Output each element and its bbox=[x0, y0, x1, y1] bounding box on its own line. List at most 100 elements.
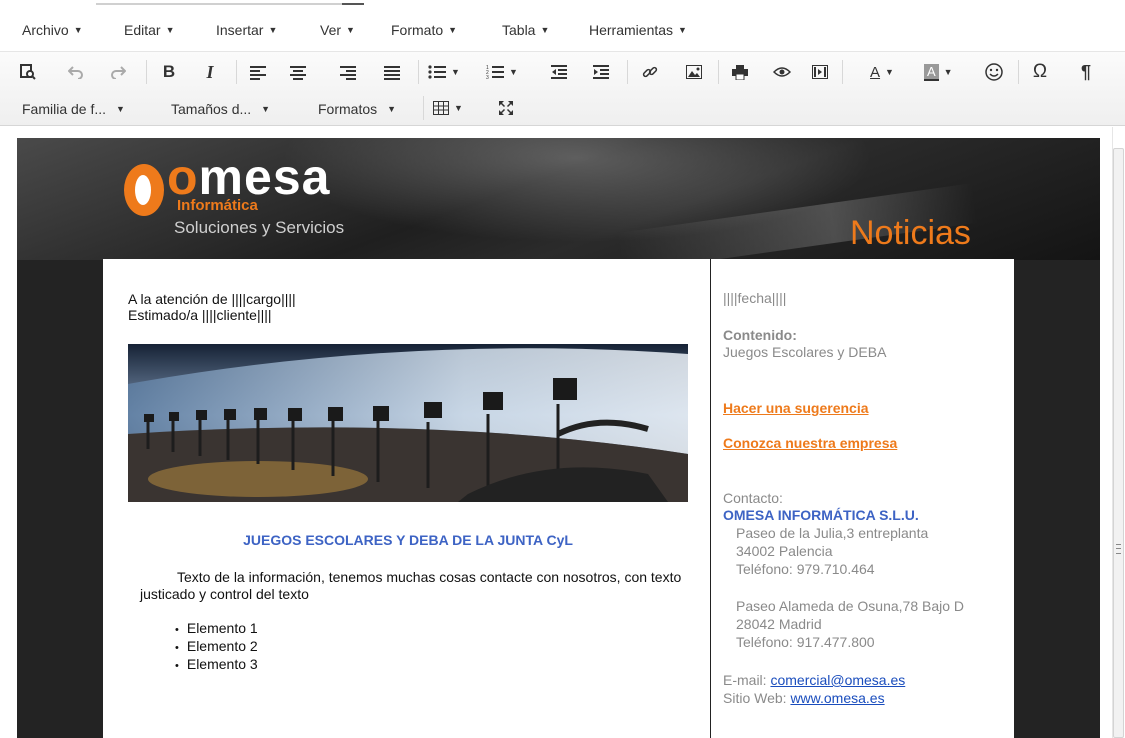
toolbar: B I ▼ 123 ▼ A ▼ A ▼ Ω ¶ Familia de f... … bbox=[0, 52, 1125, 126]
caret-down-icon: ▼ bbox=[116, 104, 125, 114]
office-2-line-1: Paseo Alameda de Osuna,78 Bajo D bbox=[736, 598, 965, 614]
numbered-list-icon[interactable]: 123 ▼ bbox=[486, 58, 518, 86]
menu-insertar[interactable]: Insertar ▼ bbox=[216, 22, 277, 38]
article-list: Elemento 1 Elemento 2 Elemento 3 bbox=[175, 620, 258, 674]
menu-formato[interactable]: Formato ▼ bbox=[391, 22, 457, 38]
bold-button[interactable]: B bbox=[155, 58, 183, 86]
website-link[interactable]: www.omesa.es bbox=[790, 690, 884, 706]
menu-herramientas[interactable]: Herramientas ▼ bbox=[589, 22, 687, 38]
hero-image-treadmills[interactable] bbox=[128, 344, 688, 502]
article-title: JUEGOS ESCOLARES Y DEBA DE LA JUNTA CyL bbox=[243, 532, 573, 548]
separator bbox=[627, 60, 628, 84]
date-placeholder: ||||fecha|||| bbox=[723, 290, 787, 306]
bullet-list-icon[interactable]: ▼ bbox=[428, 58, 460, 86]
content-value: Juegos Escolares y DEBA bbox=[723, 344, 887, 360]
outdent-icon[interactable] bbox=[545, 58, 573, 86]
caret-down-icon: ▼ bbox=[268, 25, 278, 35]
office-2-line-2: 28042 Madrid bbox=[736, 616, 822, 632]
link-icon[interactable] bbox=[636, 58, 664, 86]
logo-tagline: Soluciones y Servicios bbox=[174, 218, 345, 237]
image-icon[interactable] bbox=[680, 58, 708, 86]
greeting-line-2: Estimado/a ||||cliente|||| bbox=[128, 307, 272, 323]
menu-editar[interactable]: Editar ▼ bbox=[124, 22, 175, 38]
text-color-letter: A bbox=[870, 63, 881, 81]
suggestion-link[interactable]: Hacer una sugerencia bbox=[723, 400, 869, 416]
separator bbox=[1018, 60, 1019, 84]
align-right-icon[interactable] bbox=[334, 58, 362, 86]
list-item: Elemento 1 bbox=[175, 620, 258, 638]
window-top-edge bbox=[0, 0, 1125, 8]
show-blocks-button[interactable]: ¶ bbox=[1072, 58, 1100, 86]
column-divider bbox=[710, 259, 711, 738]
separator bbox=[236, 60, 237, 84]
separator bbox=[418, 60, 419, 84]
print-icon[interactable] bbox=[726, 58, 754, 86]
caret-down-icon: ▼ bbox=[454, 103, 463, 113]
separator bbox=[842, 60, 843, 84]
scrollbar-thumb[interactable] bbox=[1113, 148, 1124, 738]
font-family-select[interactable]: Familia de f... ▼ bbox=[22, 96, 125, 122]
separator bbox=[146, 60, 147, 84]
greeting: A la atención de ||||cargo|||| Estimado/… bbox=[128, 291, 296, 323]
caret-down-icon: ▼ bbox=[387, 104, 397, 114]
office-1-line-1: Paseo de la Julia,3 entreplanta bbox=[736, 525, 929, 541]
toolbar-row-1: B I ▼ 123 ▼ A ▼ A ▼ Ω ¶ bbox=[0, 54, 1125, 90]
special-character-button[interactable]: Ω bbox=[1026, 58, 1054, 86]
find-replace-icon[interactable] bbox=[14, 58, 42, 86]
media-icon[interactable] bbox=[806, 58, 834, 86]
background-color-button[interactable]: A ▼ bbox=[924, 58, 953, 86]
font-size-value: Tamaños d... bbox=[171, 101, 252, 117]
menu-label: Formato bbox=[391, 22, 444, 38]
website-label: Sitio Web: bbox=[723, 690, 791, 706]
formats-select[interactable]: Formatos ▼ bbox=[318, 96, 396, 122]
tab-edge bbox=[96, 3, 364, 5]
indent-icon[interactable] bbox=[587, 58, 615, 86]
list-item: Elemento 2 bbox=[175, 638, 258, 656]
scroll-grip-icon bbox=[1116, 544, 1121, 554]
omesa-logo-icon bbox=[124, 164, 164, 216]
email-template: omesa Informática Soluciones y Servicios… bbox=[17, 138, 1100, 738]
align-left-icon[interactable] bbox=[244, 58, 272, 86]
caret-down-icon: ▼ bbox=[448, 25, 458, 35]
table-icon[interactable]: ▼ bbox=[433, 94, 463, 122]
undo-icon[interactable] bbox=[62, 58, 90, 86]
caret-down-icon: ▼ bbox=[943, 67, 953, 77]
caret-down-icon: ▼ bbox=[451, 67, 460, 77]
office-1-line-2: 34002 Palencia bbox=[736, 543, 833, 559]
toolbar-row-2: Familia de f... ▼ Tamaños d... ▼ Formato… bbox=[0, 90, 1125, 126]
office-2-phone: Teléfono: 917.477.800 bbox=[736, 634, 875, 650]
emoticon-icon[interactable] bbox=[980, 58, 1008, 86]
caret-down-icon: ▼ bbox=[540, 25, 550, 35]
menu-label: Ver bbox=[320, 22, 342, 38]
caret-down-icon: ▼ bbox=[885, 67, 894, 77]
company-name: OMESA INFORMÁTICA S.L.U. bbox=[723, 507, 919, 523]
text-color-button[interactable]: A ▼ bbox=[868, 58, 896, 86]
align-center-icon[interactable] bbox=[284, 58, 312, 86]
menu-ver[interactable]: Ver ▼ bbox=[320, 22, 355, 38]
website-line: Sitio Web: www.omesa.es bbox=[723, 689, 885, 707]
contact-label: Contacto: bbox=[723, 490, 783, 506]
menu-tabla[interactable]: Tabla ▼ bbox=[502, 22, 549, 38]
email-link[interactable]: comercial@omesa.es bbox=[770, 672, 905, 688]
menu-archivo[interactable]: Archivo ▼ bbox=[22, 22, 83, 38]
separator bbox=[718, 60, 719, 84]
font-family-value: Familia de f... bbox=[22, 101, 107, 117]
menubar: Archivo ▼ Editar ▼ Insertar ▼ Ver ▼ Formato ▼… bbox=[0, 8, 1125, 52]
align-justify-icon[interactable] bbox=[378, 58, 406, 86]
article-body: Texto de la información, tenemos muchas … bbox=[140, 569, 682, 602]
logo-subtitle: Informática bbox=[177, 197, 258, 214]
fullscreen-icon[interactable] bbox=[492, 94, 520, 122]
list-item: Elemento 3 bbox=[175, 656, 258, 674]
company-link[interactable]: Conozca nuestra empresa bbox=[723, 435, 897, 451]
caret-down-icon: ▼ bbox=[678, 25, 687, 35]
office-1-address: Paseo de la Julia,3 entreplanta 34002 Pa… bbox=[736, 524, 928, 578]
menu-label: Editar bbox=[124, 22, 161, 38]
caret-down-icon: ▼ bbox=[509, 67, 518, 77]
email-body: A la atención de ||||cargo|||| Estimado/… bbox=[103, 259, 1014, 738]
menu-label: Tabla bbox=[502, 22, 536, 38]
italic-button[interactable]: I bbox=[196, 58, 224, 86]
email-line: E-mail: comercial@omesa.es bbox=[723, 671, 905, 689]
font-size-select[interactable]: Tamaños d... ▼ bbox=[171, 96, 270, 122]
preview-eye-icon[interactable] bbox=[768, 58, 796, 86]
redo-icon[interactable] bbox=[104, 58, 132, 86]
